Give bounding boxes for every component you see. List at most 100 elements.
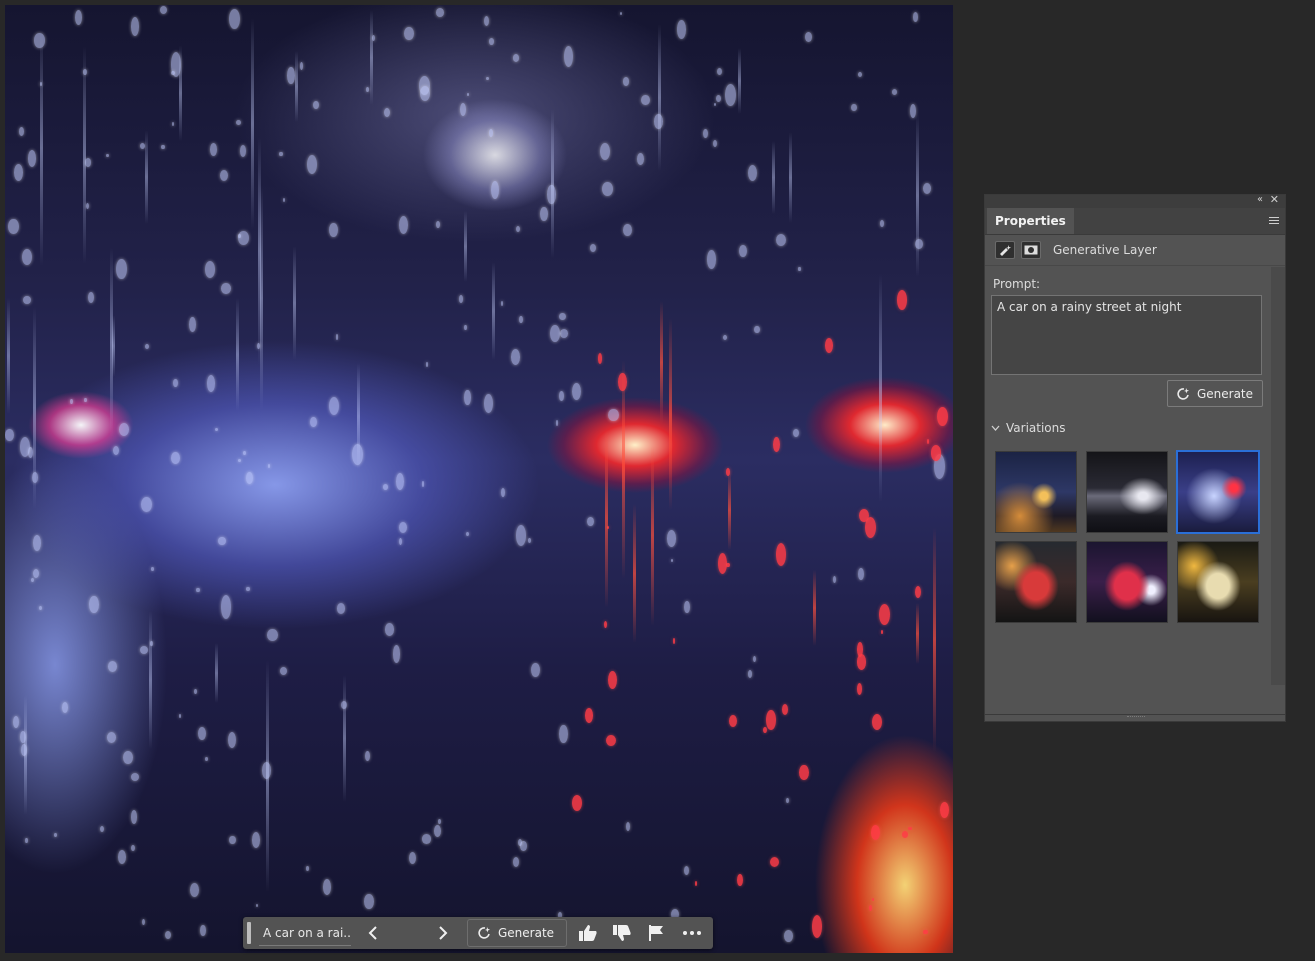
raindrop (39, 605, 43, 610)
tab-properties[interactable]: Properties (987, 208, 1074, 234)
raindrop (196, 588, 200, 593)
raindrop (436, 8, 444, 18)
raindrop (799, 764, 809, 781)
raindrop (364, 894, 374, 909)
raindrop (207, 374, 216, 392)
thumbs-down-button[interactable] (607, 919, 637, 947)
raindrop (879, 220, 885, 228)
raindrop (366, 86, 370, 92)
raindrop (703, 128, 708, 139)
variation-thumbnail-4[interactable] (995, 541, 1077, 623)
raindrop (220, 169, 229, 182)
raindrop (666, 530, 676, 547)
panel-title-bar[interactable]: ‹‹ ✕ (985, 193, 1285, 208)
raindrop (279, 151, 283, 157)
raindrop (891, 88, 897, 95)
rain-streak (7, 298, 11, 415)
raindrop (602, 182, 613, 197)
raindrop (322, 879, 331, 896)
raindrop (872, 897, 875, 901)
raindrop (421, 480, 425, 488)
raindrop (116, 258, 128, 280)
raindrop (608, 671, 618, 690)
raindrop (398, 537, 403, 546)
variation-thumbnail-5[interactable] (1086, 541, 1168, 623)
variation-thumbnail-3[interactable] (1176, 450, 1260, 534)
raindrop (515, 225, 521, 232)
raindrop (484, 15, 490, 26)
raindrop (221, 595, 232, 619)
document-canvas[interactable] (5, 5, 953, 953)
raindrop (753, 655, 757, 662)
raindrop (328, 397, 339, 416)
prompt-input[interactable]: A car on a rainy street at night (991, 295, 1262, 375)
raindrop (531, 662, 541, 678)
more-options-button[interactable] (677, 919, 707, 947)
next-variation-button[interactable] (429, 919, 457, 947)
layer-type-label: Generative Layer (1053, 243, 1157, 257)
panel-resize-handle[interactable] (985, 714, 1285, 721)
raindrop (61, 702, 69, 713)
raindrop (18, 127, 24, 136)
raindrop (409, 852, 417, 865)
variations-section-toggle[interactable]: Variations (991, 421, 1066, 435)
rain-streak (633, 504, 637, 643)
rain-streak (491, 261, 495, 360)
rain-streak (214, 643, 218, 704)
raindrop (100, 826, 105, 833)
raindrop (392, 645, 401, 664)
raindrop (512, 54, 520, 62)
collapse-panel-icon[interactable]: ‹‹ (1257, 194, 1263, 205)
taskbar-prompt-field[interactable]: A car on a rai... (259, 920, 351, 946)
raindrop (204, 756, 208, 761)
raindrop (620, 12, 623, 15)
generate-button[interactable]: Generate (1167, 380, 1263, 407)
raindrop (306, 154, 317, 174)
rain-streak (259, 186, 263, 410)
raindrop (559, 313, 566, 321)
raindrop (766, 710, 776, 730)
taskbar-grip-handle[interactable] (247, 922, 251, 944)
variation-thumbnail-1[interactable] (995, 451, 1077, 533)
panel-scrollbar[interactable] (1271, 267, 1285, 685)
raindrop (329, 222, 338, 238)
raindrop (335, 334, 339, 341)
raindrop (512, 856, 520, 868)
previous-variation-button[interactable] (359, 919, 387, 947)
raindrop (122, 750, 133, 765)
taskbar-generate-button[interactable]: Generate (467, 919, 568, 947)
raindrop (107, 731, 116, 743)
raindrop (501, 488, 505, 498)
raindrop (672, 638, 676, 645)
report-flag-button[interactable] (641, 919, 671, 947)
rain-streak (915, 114, 919, 277)
rain-streak (727, 470, 731, 550)
raindrop (437, 818, 441, 824)
rain-streak (933, 527, 937, 753)
generate-icon (1177, 387, 1189, 400)
prompt-label: Prompt: (993, 277, 1041, 291)
variation-thumbnail-6[interactable] (1177, 541, 1259, 623)
raindrop (151, 567, 154, 571)
raindrop (927, 439, 930, 445)
panel-menu-icon[interactable] (1269, 217, 1279, 226)
raindrop (872, 713, 883, 731)
raindrop (870, 825, 881, 840)
raindrop (940, 802, 949, 819)
raindrop (923, 929, 928, 935)
raindrop (171, 452, 180, 464)
close-panel-icon[interactable]: ✕ (1270, 193, 1279, 206)
raindrop (141, 919, 145, 926)
raindrop (227, 731, 236, 748)
rain-streak (668, 318, 672, 510)
raindrop (108, 660, 118, 672)
layer-mask-icon[interactable] (1021, 241, 1041, 259)
raindrop (246, 471, 254, 484)
variation-thumbnail-2[interactable] (1086, 451, 1168, 533)
rain-streak (148, 610, 152, 749)
rain-streak (293, 245, 297, 360)
raindrop (235, 119, 241, 126)
raindrop (229, 8, 241, 29)
thumbs-up-button[interactable] (573, 919, 603, 947)
chevron-down-icon (991, 425, 1000, 431)
